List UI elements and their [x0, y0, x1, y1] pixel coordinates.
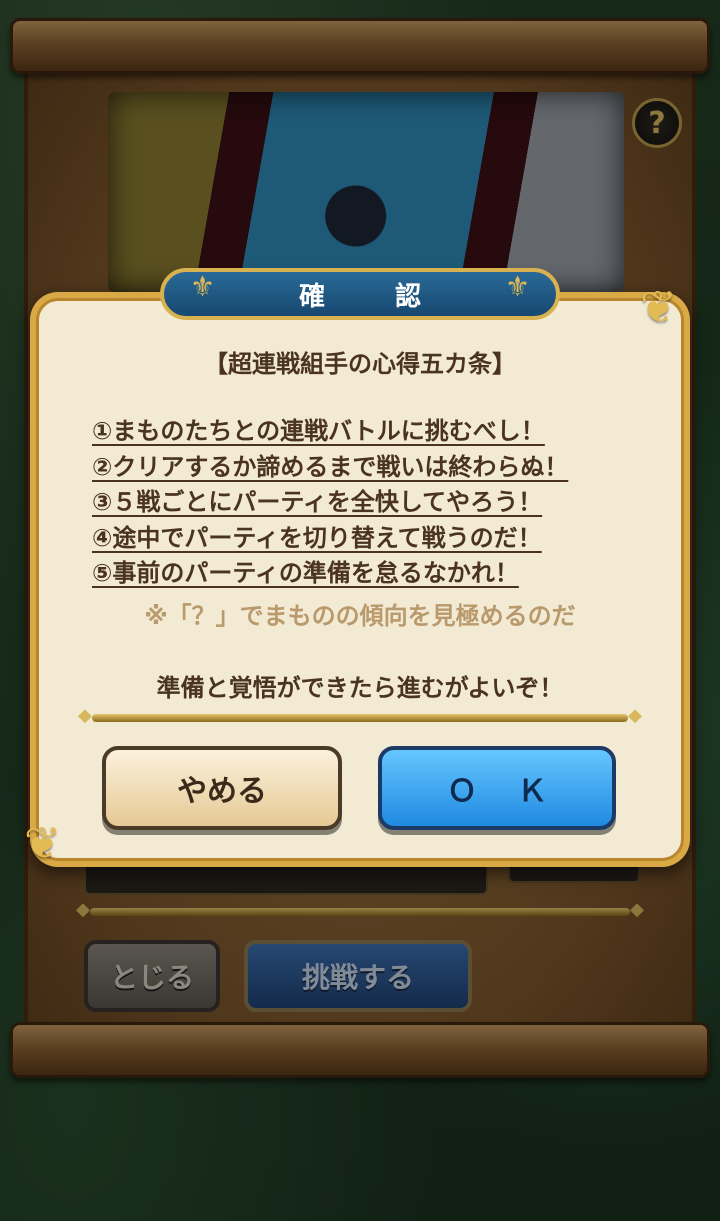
hint-note: ※「？」でまものの傾向を見極めるのだ [144, 602, 576, 630]
rule-item: ①まものたちとの連戦バトルに挑むべし！ [92, 417, 545, 445]
rule-item: ④途中でパーティを切り替えて戦うのだ！ [92, 523, 542, 552]
rule-item: ③５戦ごとにパーティを全快してやろう！ [92, 488, 543, 516]
closing-text: 準備と覚悟ができたら進むがよいぞ！ [156, 674, 564, 702]
fleur-icon: ⚜ [505, 270, 531, 303]
corner-ornament-icon: ❦ [24, 818, 61, 869]
dialog-divider [78, 705, 642, 726]
rules-heading: 【超連戦組手の心得五カ条】 [204, 350, 516, 378]
rule-item: ②クリアするか諦めるまで戦いは終わらぬ！ [92, 452, 569, 481]
ok-button[interactable]: ＯＫ [378, 746, 616, 830]
corner-ornament-icon: ❦ [640, 282, 677, 333]
cancel-button[interactable]: やめる [102, 746, 342, 830]
rule-item: ⑤事前のパーティの準備を怠るなかれ！ [92, 559, 519, 587]
dialog-title: 確 認 [160, 268, 560, 320]
rules-list: ①まものたちとの連戦バトルに挑むべし！ ②クリアするか諦めるまで戦いは終わらぬ！… [92, 414, 652, 592]
fleur-icon: ⚜ [190, 270, 216, 303]
